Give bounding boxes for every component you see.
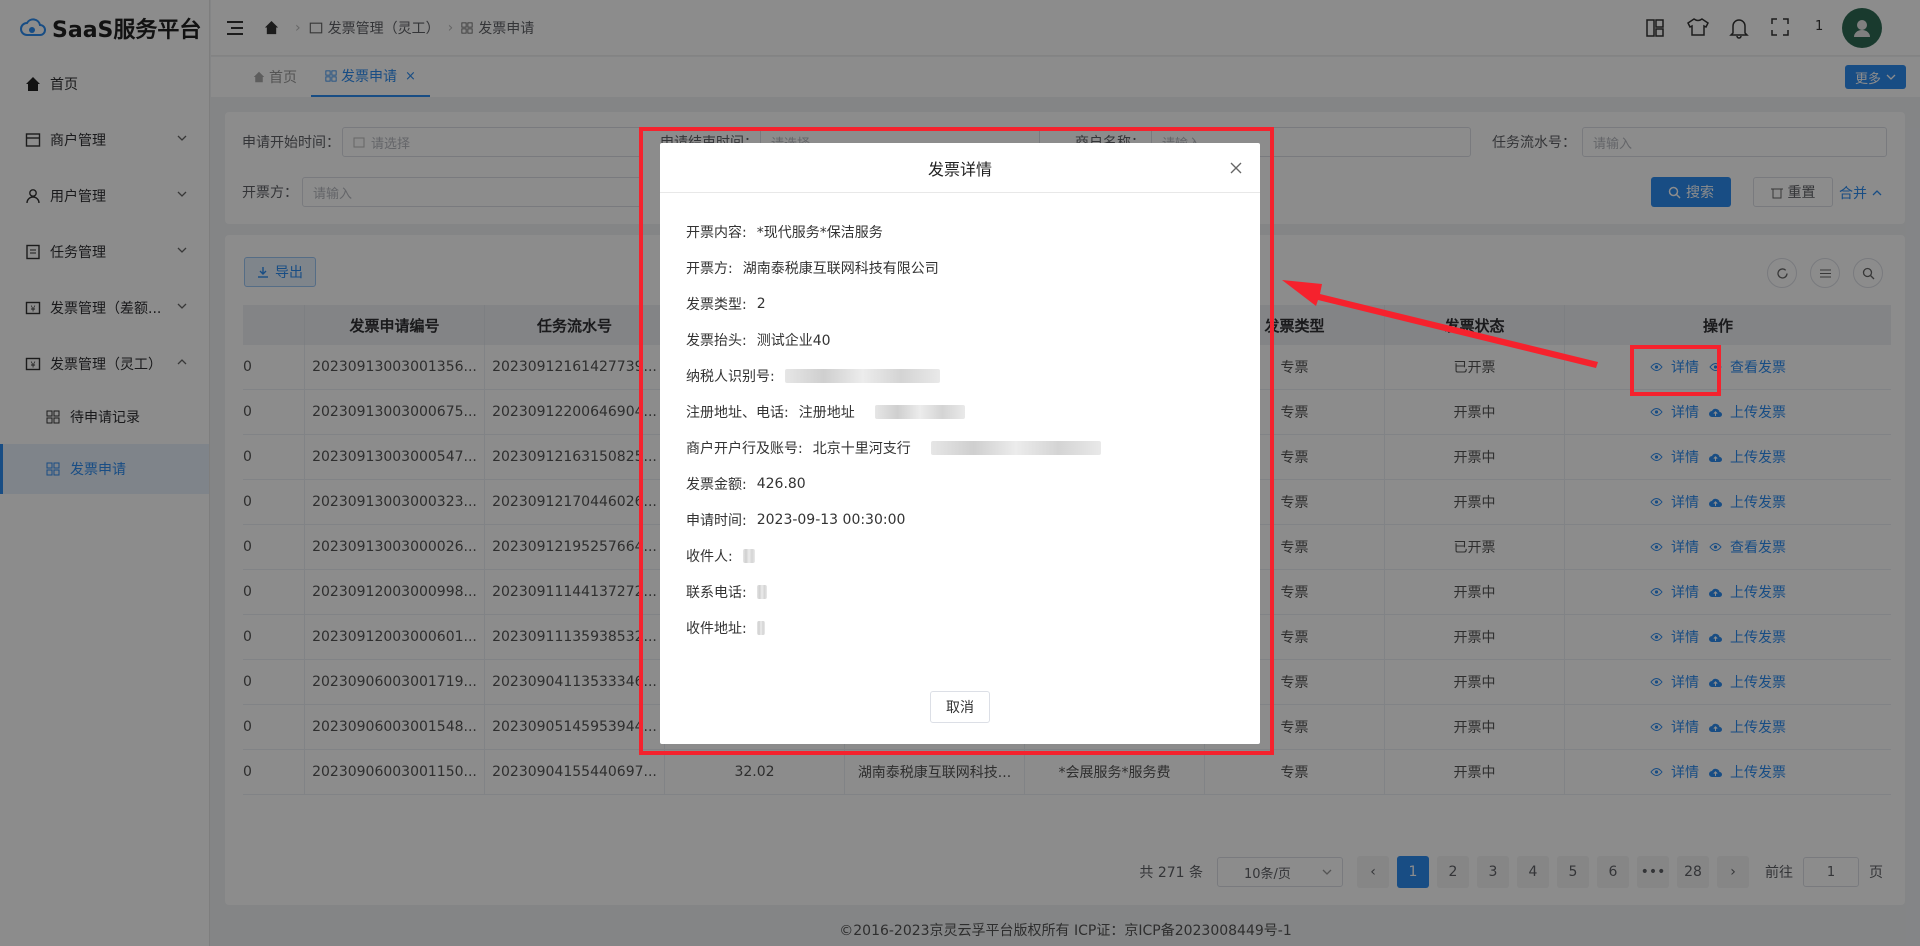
redacted-value (874, 405, 965, 419)
field-value: 注册地址 (798, 405, 855, 421)
field-value: 湖南泰税康互联网科技有限公司 (742, 261, 939, 277)
field-bank: 商户开户行及账号: 北京十里河支行 (686, 438, 1101, 458)
redacted-value (930, 441, 1101, 455)
field-label: 收件地址: (686, 621, 747, 637)
field-value: 北京十里河支行 (812, 441, 911, 457)
field-taxid: 纳税人识别号: (686, 366, 940, 386)
field-label: 发票抬头: (686, 333, 747, 349)
redacted-value (756, 585, 767, 599)
field-apply-time: 申请时间: 2023-09-13 00:30:00 (686, 510, 905, 530)
field-address: 注册地址、电话: 注册地址 (686, 402, 965, 422)
field-label: 发票类型: (686, 297, 747, 313)
invoice-detail-modal: 发票详情 开票内容: *现代服务*保洁服务 开票方: 湖南泰税康互联网科技有限公司 … (660, 143, 1260, 744)
highlight-box (1630, 345, 1721, 396)
field-label: 申请时间: (686, 513, 747, 529)
field-value: 测试企业40 (756, 333, 831, 349)
field-value: 426.80 (756, 476, 806, 492)
field-label: 开票内容: (686, 225, 747, 241)
field-title: 发票抬头: 测试企业40 (686, 330, 831, 350)
field-value: *现代服务*保洁服务 (756, 225, 883, 241)
field-recipient-address: 收件地址: (686, 618, 765, 638)
field-phone: 联系电话: (686, 582, 767, 602)
field-amount: 发票金额: 426.80 (686, 474, 806, 494)
field-label: 商户开户行及账号: (686, 441, 803, 457)
field-issuer: 开票方: 湖南泰税康互联网科技有限公司 (686, 258, 939, 278)
field-label: 联系电话: (686, 585, 747, 601)
modal-title: 发票详情 (660, 143, 1260, 193)
field-value: 2023-09-13 00:30:00 (756, 512, 906, 528)
close-icon[interactable] (1230, 162, 1242, 178)
cancel-button[interactable]: 取消 (930, 691, 990, 723)
field-label: 纳税人识别号: (686, 369, 775, 385)
field-content: 开票内容: *现代服务*保洁服务 (686, 222, 883, 242)
field-label: 收件人: (686, 549, 733, 565)
field-type: 发票类型: 2 (686, 294, 766, 314)
redacted-value (756, 621, 765, 635)
annotation-arrow (1282, 280, 1598, 368)
field-value: 2 (756, 296, 766, 312)
redacted-value (784, 369, 940, 383)
redacted-value (742, 549, 755, 563)
field-label: 发票金额: (686, 477, 747, 493)
field-label: 注册地址、电话: (686, 405, 789, 421)
field-label: 开票方: (686, 261, 733, 277)
field-recipient: 收件人: (686, 546, 755, 566)
